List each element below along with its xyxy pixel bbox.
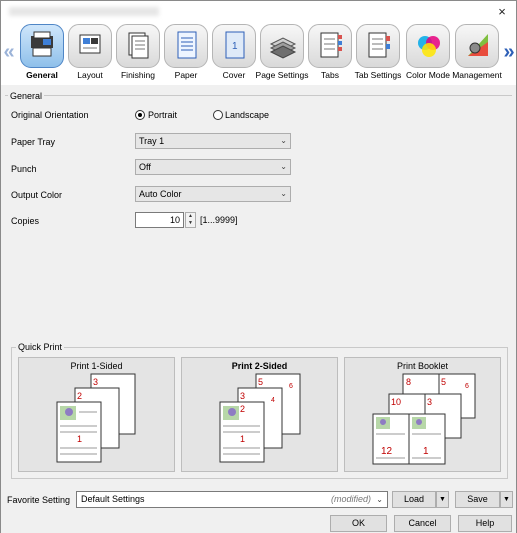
portrait-radio[interactable] [135,110,145,120]
pages-illustration: 8 5 10 3 6 12 1 [372,373,476,465]
favorite-setting-select[interactable]: Default Settings (modified) ⌄ [76,491,388,508]
page-number: 3 [427,397,432,407]
page-settings-icon [260,24,304,68]
copies-range: [1...9999] [200,215,238,225]
page-number: 1 [77,434,82,444]
dialog-footer: OK Cancel Help [1,513,516,533]
tab-label: Tab Settings [354,70,402,80]
output-color-label: Output Color [11,190,63,200]
scroll-right-icon[interactable]: » [503,37,515,67]
punch-label: Punch [11,164,37,174]
spin-down-icon[interactable]: ▼ [186,220,195,227]
general-icon [20,24,64,68]
chevron-down-icon: ⌄ [376,495,383,504]
window-title-blurred [9,7,159,16]
pages-illustration: 5 6 3 4 2 1 [219,373,301,463]
page-number: 2 [77,391,82,401]
pages-illustration: 3 2 1 [56,373,136,463]
page-number: 4 [271,397,275,404]
tab-cover[interactable]: 1 Cover [210,23,258,85]
page-number: 10 [391,397,401,407]
tab-tabs[interactable]: Tabs [306,23,354,85]
quick-print-2-sided[interactable]: Print 2-Sided 5 6 3 4 2 1 [181,357,338,472]
page-number: 2 [240,404,245,414]
tab-strip: « General Layout Finishing Paper 1 Cover… [1,23,516,85]
output-color-select[interactable]: Auto Color ⌄ [135,186,291,202]
copies-input[interactable]: 10 [135,212,184,228]
portrait-label[interactable]: Portrait [148,110,177,120]
favorite-bar: Favorite Setting Default Settings (modif… [1,489,516,511]
page-number: 3 [93,377,98,387]
favorite-setting-value: Default Settings [81,494,145,504]
help-button[interactable]: Help [458,515,512,532]
tab-general[interactable]: General [18,23,66,85]
general-group [5,95,512,333]
tab-tab-settings[interactable]: Tab Settings [354,23,402,85]
orientation-label: Original Orientation [11,110,89,120]
title-bar: × [1,1,516,23]
tab-finishing[interactable]: Finishing [114,23,162,85]
page-number: 5 [258,377,263,387]
page-number: 12 [381,446,393,457]
tabs-icon [308,24,352,68]
page-number: 5 [441,377,446,387]
page-number: 8 [406,377,411,387]
spin-up-icon[interactable]: ▲ [186,213,195,220]
load-button[interactable]: Load [392,491,436,508]
page-number: 3 [240,391,245,401]
copies-stepper[interactable]: ▲ ▼ [185,212,196,228]
landscape-label[interactable]: Landscape [225,110,269,120]
page-number: 6 [289,383,293,390]
tab-color-mode[interactable]: Color Mode [404,23,452,85]
chevron-down-icon: ⌄ [280,136,287,145]
tab-layout[interactable]: Layout [66,23,114,85]
tab-settings-icon [356,24,400,68]
management-icon [455,24,499,68]
save-dropdown-icon[interactable]: ▼ [500,491,513,508]
punch-select[interactable]: Off ⌄ [135,159,291,175]
tab-label: Color Mode [406,70,450,80]
favorite-status: (modified) [330,494,371,504]
page-number: 6 [465,383,469,390]
card-title: Print 1-Sided [70,361,123,371]
chevron-down-icon: ⌄ [280,189,287,198]
svg-text:1: 1 [232,41,238,52]
output-color-value: Auto Color [139,189,182,199]
quick-print-1-sided[interactable]: Print 1-Sided 3 2 1 [18,357,175,472]
print-settings-dialog: × « General Layout Finishing Paper 1 Cov… [0,0,517,533]
copies-label: Copies [11,216,40,226]
scroll-left-icon[interactable]: « [3,37,15,67]
finishing-icon [116,24,160,68]
page-number: 1 [240,434,245,444]
tab-management[interactable]: Management [452,23,502,85]
close-button[interactable]: × [494,4,510,20]
quick-print-label: Quick Print [16,342,65,352]
layout-icon [68,24,112,68]
tab-label: Management [452,70,502,80]
ok-button[interactable]: OK [330,515,387,532]
quick-print-booklet[interactable]: Print Booklet 8 5 10 3 6 12 1 [344,357,501,472]
paper-icon [164,24,208,68]
save-button[interactable]: Save [455,491,500,508]
card-title: Print 2-Sided [231,361,288,371]
card-title: Print Booklet [396,361,449,371]
favorite-setting-label: Favorite Setting [7,495,71,505]
cover-icon: 1 [212,24,256,68]
page-number: 1 [423,446,429,457]
paper-tray-label: Paper Tray [11,137,56,147]
paper-tray-select[interactable]: Tray 1 ⌄ [135,133,291,149]
load-dropdown-icon[interactable]: ▼ [436,491,449,508]
cancel-button[interactable]: Cancel [394,515,451,532]
paper-tray-value: Tray 1 [139,136,165,146]
color-mode-icon [406,24,450,68]
tab-page-settings[interactable]: Page Settings [256,23,308,85]
tab-paper[interactable]: Paper [162,23,210,85]
landscape-radio[interactable] [213,110,223,120]
chevron-down-icon: ⌄ [280,162,287,171]
general-group-label: General [8,91,45,101]
punch-value: Off [139,162,151,172]
